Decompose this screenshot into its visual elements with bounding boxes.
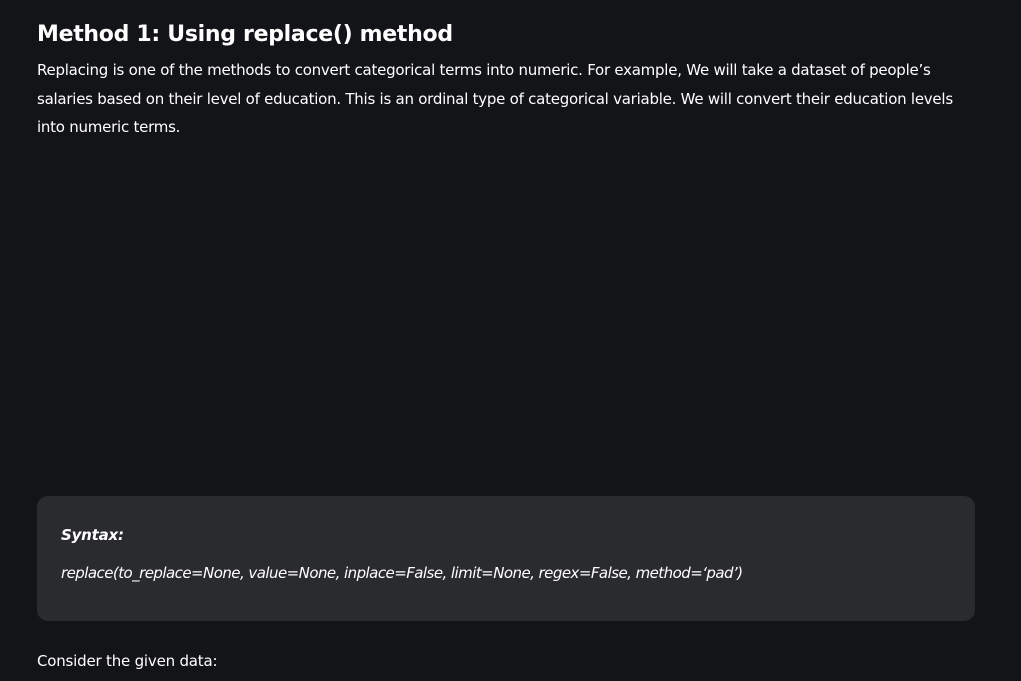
- article-content: Method 1: Using replace() method Replaci…: [37, 0, 977, 681]
- syntax-code: replace(to_replace=None, value=None, inp…: [61, 564, 743, 582]
- intro-paragraph: Replacing is one of the methods to conve…: [37, 61, 953, 136]
- data-intro-text: Consider the given data:: [37, 652, 218, 670]
- syntax-block: [37, 496, 975, 621]
- syntax-label: Syntax:: [61, 526, 124, 544]
- section-heading: Method 1: Using replace() method: [37, 22, 453, 47]
